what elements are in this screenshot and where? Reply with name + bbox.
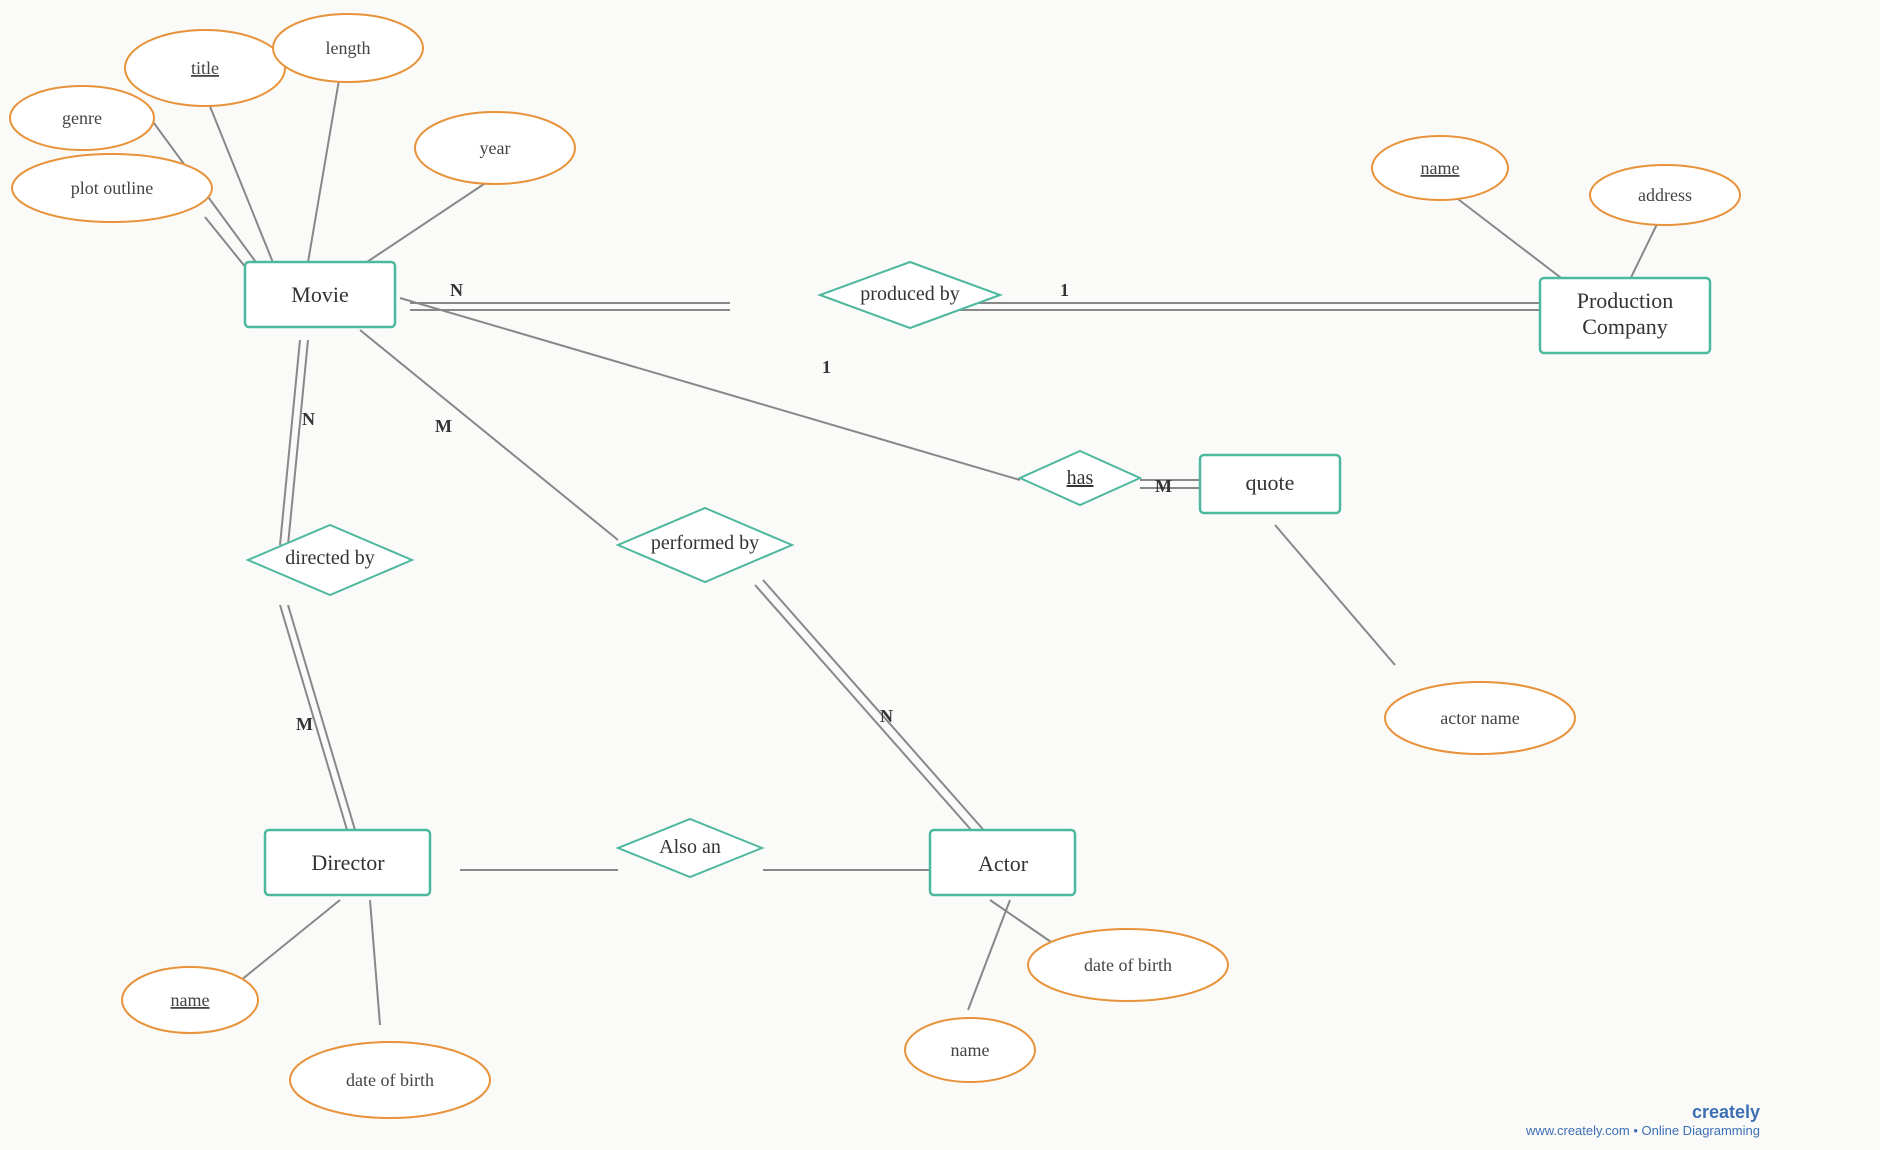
relation-has-label: has [1067, 467, 1094, 489]
entity-quote-label: quote [1246, 470, 1295, 495]
relation-performed-by-label: performed by [651, 532, 759, 554]
attr-prod-name-label: name [1421, 158, 1460, 178]
card-has-1: 1 [822, 357, 831, 377]
attr-title-label: title [191, 58, 219, 78]
entity-production-company-label2: Company [1582, 314, 1668, 339]
entity-director-label: Director [311, 850, 385, 875]
attr-prod-address-label: address [1638, 185, 1692, 205]
card-movie-directed-n: N [302, 409, 315, 429]
entity-production-company-label: Production [1577, 288, 1674, 313]
watermark-url: www.creately.com • Online Diagramming [1525, 1123, 1760, 1138]
watermark-creately: creately [1692, 1102, 1760, 1122]
card-prodco-1: 1 [1060, 280, 1069, 300]
attr-actor-dob-label: date of birth [1084, 955, 1172, 975]
relation-directed-by-label: directed by [285, 547, 374, 569]
attr-length-label: length [326, 38, 371, 58]
relation-produced-by-label: produced by [860, 283, 959, 305]
attr-director-name-label: name [171, 990, 210, 1010]
card-quote-m: M [1155, 476, 1172, 496]
entity-actor-label: Actor [978, 851, 1029, 876]
er-diagram: Movie Production Company Director Actor … [0, 0, 1880, 1150]
attr-director-dob-label: date of birth [346, 1070, 434, 1090]
card-movie-produced-n: N [450, 280, 463, 300]
entity-movie-label: Movie [291, 282, 348, 307]
attr-plot-outline-label: plot outline [71, 178, 154, 198]
card-movie-performed-m: M [435, 416, 452, 436]
attr-genre-label: genre [62, 108, 102, 128]
card-actor-n: N [880, 706, 893, 726]
attr-actor-name2-label: name [951, 1040, 990, 1060]
card-director-m: M [296, 714, 313, 734]
relation-also-an-label: Also an [659, 836, 721, 858]
attr-actor-name-label: actor name [1440, 708, 1519, 728]
attr-year-label: year [480, 138, 511, 158]
